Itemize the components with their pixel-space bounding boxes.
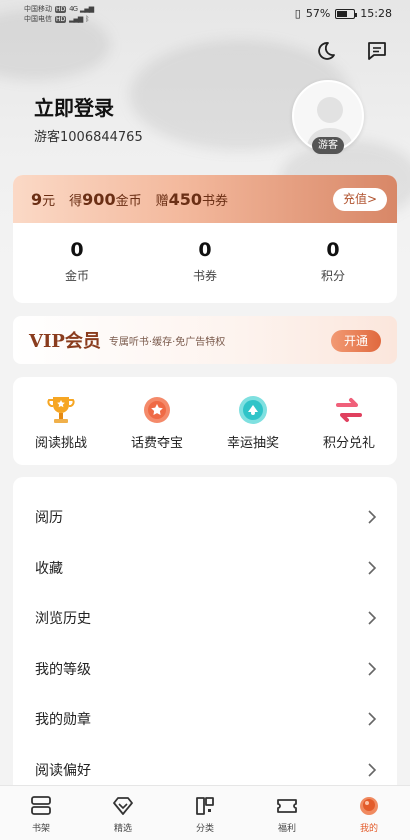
nav-label: 书架 [31, 824, 50, 834]
battery-percent: 57% [305, 7, 331, 20]
stat-vouchers[interactable]: 0 书券 [141, 223, 269, 303]
lottery-icon [236, 393, 270, 427]
vibrate-icon: ▯ [294, 7, 301, 20]
trophy-icon [44, 393, 78, 427]
clock: 15:28 [360, 7, 392, 20]
chevron-right-icon [368, 712, 377, 726]
status-bar: 中国移动 HD 4G ▂▄▆ 中国电信 HD ▂▄▆ ᛒ ▯ 57% 15:28 [0, 0, 410, 28]
activity-phone-credit[interactable]: 话费夺宝 [109, 377, 205, 465]
chevron-right-icon [368, 611, 377, 625]
stat-label: 书券 [192, 269, 217, 283]
chevron-right-icon [368, 762, 377, 777]
bottom-nav: 书架 精选 分类 福利 我的 [0, 785, 410, 840]
promo-get-label: 得 [69, 193, 83, 209]
chevron-right-icon [368, 661, 377, 676]
category-icon [193, 794, 217, 818]
stat-value: 0 [70, 239, 84, 261]
guest-id: 游客1006844765 [34, 130, 143, 145]
promo-voucher: 450 [168, 189, 203, 209]
menu-item-label: 阅读偏好 [35, 762, 91, 779]
menu-item-reading-history[interactable]: 阅历 [13, 492, 397, 543]
menu-item-browse-history[interactable]: 浏览历史 [13, 593, 397, 644]
menu-item-label: 阅历 [35, 510, 63, 527]
activity-label: 幸运抽奖 [226, 436, 279, 451]
vip-banner[interactable]: VIP会员 专属听书·缓存·免广告特权 开通 [13, 316, 397, 364]
menu-item-my-medals[interactable]: 我的勋章 [13, 694, 397, 745]
carrier-info: 中国移动 HD 4G ▂▄▆ 中国电信 HD ▂▄▆ ᛒ [24, 4, 94, 24]
promo-coins-unit: 金币 [115, 193, 142, 209]
nav-welfare[interactable]: 福利 [246, 786, 328, 840]
menu-list: 阅历 收藏 浏览历史 我的等级 我的勋章 阅读偏好 [13, 477, 397, 797]
activity-lucky-draw[interactable]: 幸运抽奖 [205, 377, 301, 465]
promo-price-unit: 元 [42, 193, 56, 209]
nav-bookshelf[interactable]: 书架 [0, 786, 82, 840]
promo-coins: 900 [82, 189, 116, 209]
chevron-right-icon [368, 560, 377, 575]
nav-category[interactable]: 分类 [164, 786, 246, 840]
stat-points[interactable]: 0 积分 [269, 223, 397, 303]
wallet-card: 9 元 得 900 金币 赠 450 书券 充值> 0 金币 0 书券 0 积分 [13, 175, 397, 303]
bookshelf-icon [29, 794, 53, 818]
carrier-1: 中国移动 [24, 5, 52, 13]
signal-icon-2: ▂▄▆ [69, 15, 83, 23]
activity-label: 话费夺宝 [130, 436, 183, 451]
vip-title: VIP会员 [29, 331, 101, 352]
promo-voucher-unit: 书券 [202, 193, 229, 209]
recharge-promo[interactable]: 9 元 得 900 金币 赠 450 书券 充值> [13, 175, 397, 223]
nav-featured[interactable]: 精选 [82, 786, 164, 840]
signal-icon: ▂▄▆ [80, 5, 94, 13]
activity-label: 阅读挑战 [34, 436, 87, 451]
activity-grid: 阅读挑战 话费夺宝 幸运抽奖 积分兑礼 [13, 377, 397, 465]
nav-label: 分类 [195, 824, 214, 834]
activity-label: 积分兑礼 [322, 436, 375, 451]
moon-icon[interactable] [314, 40, 336, 62]
activity-points-exchange[interactable]: 积分兑礼 [301, 377, 397, 465]
vip-open-button[interactable]: 开通 [331, 330, 381, 352]
carrier-2: 中国电信 [24, 15, 52, 23]
menu-item-label: 我的勋章 [35, 712, 91, 729]
menu-item-label: 浏览历史 [35, 611, 91, 628]
diamond-icon [111, 794, 135, 818]
exchange-icon [332, 393, 366, 427]
nav-mine[interactable]: 我的 [328, 786, 410, 840]
login-title[interactable]: 立即登录 [34, 92, 114, 121]
hd-badge-2: HD [55, 15, 67, 23]
nav-label: 精选 [113, 824, 132, 834]
recharge-button[interactable]: 充值> [332, 188, 387, 211]
battery-icon [335, 8, 358, 19]
bluetooth-icon: ᛒ [85, 15, 90, 23]
stat-label: 积分 [320, 269, 345, 283]
stat-value: 0 [326, 239, 340, 261]
nav-label: 我的 [359, 824, 378, 834]
profile-icon [357, 794, 381, 818]
promo-price: 9 [31, 189, 43, 209]
signal-type: 4G [69, 5, 78, 13]
menu-item-my-level[interactable]: 我的等级 [13, 644, 397, 695]
menu-item-label: 收藏 [35, 560, 63, 577]
menu-item-label: 我的等级 [35, 661, 91, 678]
stat-label: 金币 [64, 269, 89, 283]
ticket-icon [275, 794, 299, 818]
chevron-right-icon [368, 510, 377, 524]
medal-icon [140, 393, 174, 427]
promo-gift-label: 赠 [155, 193, 169, 209]
activity-reading-challenge[interactable]: 阅读挑战 [13, 377, 109, 465]
stat-coins[interactable]: 0 金币 [13, 223, 141, 303]
avatar-badge: 游客 [312, 137, 344, 154]
hd-badge: HD [55, 5, 67, 13]
nav-label: 福利 [277, 824, 296, 834]
vip-subtitle: 专属听书·缓存·免广告特权 [108, 336, 226, 348]
menu-item-favorites[interactable]: 收藏 [13, 543, 397, 594]
message-icon[interactable] [366, 40, 388, 62]
stat-value: 0 [198, 239, 212, 261]
